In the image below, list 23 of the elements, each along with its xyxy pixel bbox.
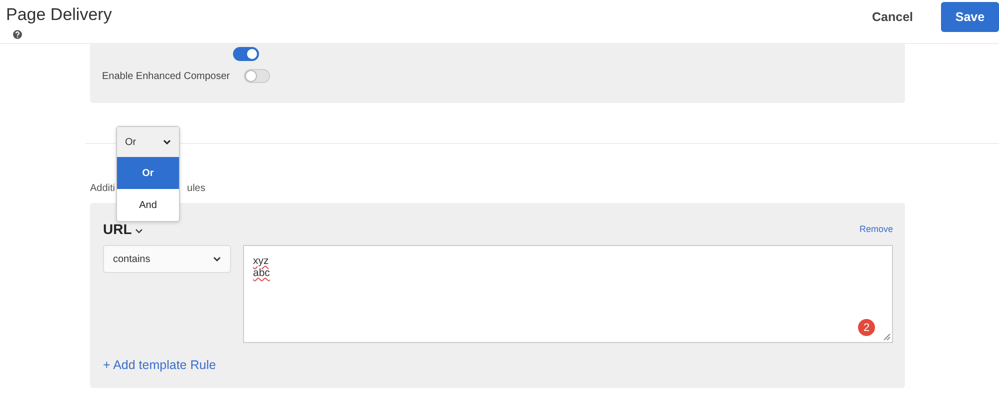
value-text: xyz [253,255,269,267]
cancel-button[interactable]: Cancel [866,2,919,32]
value-text: abc [253,267,270,279]
resize-handle-icon[interactable] [883,333,891,341]
dropdown-option[interactable]: Or [117,157,179,189]
setting-label: Enable Enhanced Composer [102,70,230,82]
toggle-switch[interactable] [233,47,259,61]
rules-label: Additi [90,183,116,196]
chevron-down-icon [213,256,221,262]
field-selector[interactable]: URL [103,221,144,237]
chevron-down-icon [135,228,144,234]
condition-dropdown[interactable]: contains [103,245,231,273]
chevron-down-icon [163,139,171,145]
rules-label: ules [187,183,206,196]
page-title: Page Delivery [6,5,112,25]
save-button[interactable]: Save [941,2,999,32]
help-icon[interactable] [13,30,22,39]
add-rule-link[interactable]: + Add template Rule [103,358,216,372]
remove-link[interactable]: Remove [859,224,893,234]
values-textarea[interactable]: xyz abc 2 [243,245,893,343]
dropdown-option[interactable]: And [117,189,179,221]
operator-dropdown[interactable]: Or [117,127,179,157]
count-badge: 2 [858,319,875,336]
